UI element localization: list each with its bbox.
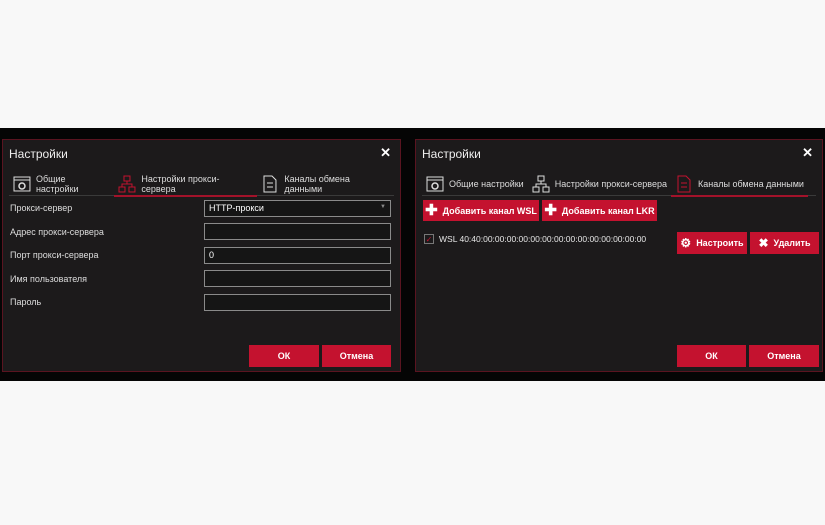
tab-bar: Общие настройки Настройки прокси-сервера… <box>9 172 394 197</box>
tab-label: Настройки прокси-сервера <box>554 178 667 189</box>
cancel-button[interactable]: Отмена <box>322 345 391 367</box>
document-exchange-icon <box>263 175 277 192</box>
dialog-title: Настройки <box>9 147 68 161</box>
configure-button[interactable]: ⚙ Настроить <box>677 232 747 254</box>
ok-button[interactable]: ОК <box>677 345 746 367</box>
tab-proxy[interactable]: Настройки прокси-сервера <box>114 172 258 197</box>
tab-label: Каналы обмена данными <box>698 178 804 189</box>
tab-bar: Общие настройки Настройки прокси-сервера… <box>422 172 816 197</box>
proxy-port-input[interactable]: 0 <box>204 247 391 264</box>
delete-button[interactable]: ✖ Удалить <box>750 232 819 254</box>
channel-checkbox[interactable]: ✓ <box>424 234 434 244</box>
tab-label: Общие настройки <box>449 178 524 189</box>
tab-channels[interactable]: Каналы обмена данными <box>671 172 808 197</box>
button-label: Добавить канал LKR <box>561 205 655 216</box>
button-label: Удалить <box>773 238 811 248</box>
tab-general[interactable]: Общие настройки <box>422 172 528 195</box>
button-label: Добавить канал WSL <box>442 205 537 216</box>
tab-channels[interactable]: Каналы обмена данными <box>257 172 394 195</box>
proxy-address-label: Адрес прокси-сервера <box>10 227 104 237</box>
dialog-title: Настройки <box>422 147 481 161</box>
close-icon[interactable]: ✕ <box>802 145 813 161</box>
button-label: Настроить <box>696 238 744 248</box>
channel-list-item[interactable]: ✓ WSL 40:40:00:00:00:00:00:00:00:00:00:0… <box>424 234 646 244</box>
add-wsl-channel-button[interactable]: ✚ Добавить канал WSL <box>423 200 539 221</box>
tab-label: Общие настройки <box>35 173 79 194</box>
add-lkr-channel-button[interactable]: ✚ Добавить канал LKR <box>542 200 657 221</box>
tab-general[interactable]: Общие настройки <box>9 172 114 195</box>
proxy-address-input[interactable] <box>204 223 391 240</box>
network-icon <box>532 175 550 192</box>
username-input[interactable] <box>204 270 391 287</box>
proxy-server-label: Прокси-сервер <box>10 203 73 213</box>
channel-label: WSL 40:40:00:00:00:00:00:00:00:00:00:00:… <box>439 234 647 244</box>
proxy-port-label: Порт прокси-сервера <box>10 250 99 260</box>
password-input[interactable] <box>204 294 391 311</box>
settings-dialog-channels: Настройки ✕ Общие настройки Настройки пр… <box>415 139 823 372</box>
tab-label: Каналы обмена данными <box>284 173 350 194</box>
settings-window-icon <box>426 176 444 191</box>
gear-icon: ⚙ <box>680 236 692 250</box>
plus-icon: ✚ <box>425 202 438 219</box>
settings-window-icon <box>13 176 31 191</box>
settings-dialog-proxy: Настройки ✕ Общие настройки Настройки пр… <box>2 139 401 372</box>
cancel-button[interactable]: Отмена <box>749 345 819 367</box>
ok-button[interactable]: ОК <box>249 345 319 367</box>
plus-icon: ✚ <box>544 202 557 219</box>
password-label: Пароль <box>10 297 42 307</box>
select-value: HTTP-прокси <box>209 203 264 213</box>
network-icon <box>118 175 136 192</box>
close-icon[interactable]: ✕ <box>380 145 391 161</box>
username-label: Имя пользователя <box>10 274 88 284</box>
proxy-server-select[interactable]: HTTP-прокси <box>204 200 391 217</box>
tab-proxy[interactable]: Настройки прокси-сервера <box>528 172 671 195</box>
x-icon: ✖ <box>758 236 769 250</box>
document-exchange-icon <box>677 175 691 192</box>
tab-label: Настройки прокси-сервера <box>141 173 220 194</box>
